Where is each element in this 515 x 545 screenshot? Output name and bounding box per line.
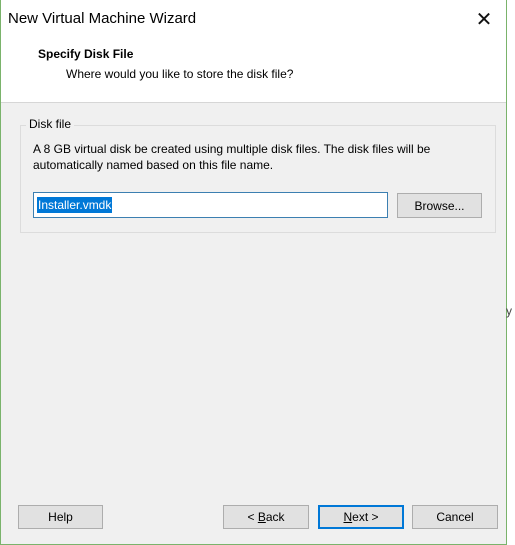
browse-button[interactable]: Browse... xyxy=(397,193,482,218)
help-button[interactable]: Help xyxy=(18,505,103,529)
disk-file-group-label: Disk file xyxy=(26,117,75,131)
back-button-rest: ack xyxy=(265,510,285,524)
next-button-rest: ext > xyxy=(352,510,379,524)
wizard-window: New Virtual Machine Wizard ✕ Specify Dis… xyxy=(0,0,507,545)
back-button-accelerator: B xyxy=(257,510,266,524)
back-button-prefix: < xyxy=(247,510,258,524)
page-subtitle: Where would you like to store the disk f… xyxy=(66,67,294,81)
disk-file-name-value: Installer.vmdk xyxy=(37,197,113,213)
wizard-header: Specify Disk File Where would you like t… xyxy=(1,38,506,103)
window-title: New Virtual Machine Wizard xyxy=(8,10,197,27)
page-title: Specify Disk File xyxy=(38,47,134,61)
back-button[interactable]: < Back xyxy=(223,505,309,529)
background-window-fragment: y xyxy=(506,304,512,318)
cancel-button[interactable]: Cancel xyxy=(412,505,498,529)
close-icon: ✕ xyxy=(475,8,493,31)
title-bar: New Virtual Machine Wizard ✕ xyxy=(1,0,506,38)
next-button[interactable]: Next > xyxy=(318,505,404,529)
disk-file-name-input[interactable]: Installer.vmdk xyxy=(33,192,388,218)
disk-file-description: A 8 GB virtual disk be created using mul… xyxy=(33,142,431,172)
next-button-accelerator: N xyxy=(343,510,353,524)
close-button[interactable]: ✕ xyxy=(462,0,506,38)
